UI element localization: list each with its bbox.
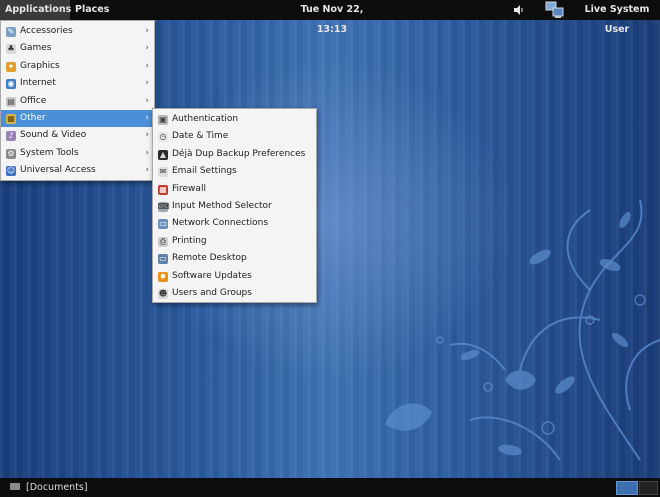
menu-item-label: Network Connections (172, 218, 269, 229)
menu-item-date-and-time[interactable]: ◷ Date & Time (153, 128, 316, 145)
menu-item-games[interactable]: ♣ Games › (1, 40, 154, 57)
menu-item-label: Déjà Dup Backup Preferences (172, 148, 306, 159)
graphics-icon: ✦ (6, 61, 16, 72)
menu-item-authentication[interactable]: ▣ Authentication (153, 111, 316, 128)
menu-item-label: Universal Access (20, 165, 96, 176)
menu-item-label: Internet (20, 78, 56, 89)
menu-item-accessories[interactable]: ✎ Accessories › (1, 23, 154, 40)
menu-item-label: Games (20, 43, 52, 54)
menu-item-label: Users and Groups (172, 287, 252, 298)
workspace-switcher-1[interactable] (616, 481, 638, 495)
menu-item-office[interactable]: ▤ Office › (1, 93, 154, 110)
menu-item-graphics[interactable]: ✦ Graphics › (1, 58, 154, 75)
sound-video-icon: ♪ (6, 131, 16, 142)
remote-desktop-icon: ▭ (158, 254, 168, 265)
menu-item-label: Graphics (20, 60, 60, 71)
backup-icon: ▲ (158, 149, 168, 160)
taskbar-documents-window[interactable]: [Documents] (10, 478, 88, 497)
bottom-panel: [Documents] (0, 478, 660, 497)
folder-icon (10, 483, 20, 490)
menu-item-input-method-selector[interactable]: ⌨ Input Method Selector (153, 198, 316, 215)
chevron-right-icon: › (145, 147, 149, 158)
menu-item-label: Printing (172, 235, 207, 246)
menu-item-other[interactable]: ▦ Other › (1, 109, 154, 128)
menu-item-label: Remote Desktop (172, 253, 247, 264)
menu-item-label: Date & Time (172, 131, 229, 142)
applications-menu-button[interactable]: Applications (0, 0, 71, 20)
menu-item-network-connections[interactable]: ▭ Network Connections (153, 215, 316, 232)
chevron-right-icon: › (145, 26, 149, 36)
menu-item-system-tools[interactable]: ⚙ System Tools › (1, 145, 154, 162)
menu-item-remote-desktop[interactable]: ▭ Remote Desktop (153, 250, 316, 267)
menu-item-d-j-dup-backup-preferences[interactable]: ▲ Déjà Dup Backup Preferences (153, 146, 316, 163)
email-settings-icon: ✉ (158, 167, 168, 178)
other-icon: ▦ (6, 113, 16, 124)
taskbar-window-label: [Documents] (26, 482, 88, 493)
keyboard-icon: ⌨ (158, 201, 170, 212)
software-updates-icon: ✸ (158, 271, 168, 282)
games-icon: ♣ (6, 44, 16, 55)
menu-item-label: Email Settings (172, 166, 237, 177)
menu-item-software-updates[interactable]: ✸ Software Updates (153, 268, 316, 285)
chevron-right-icon: › (145, 60, 149, 71)
menu-item-sound-and-video[interactable]: ♪ Sound & Video › (1, 127, 154, 144)
users-icon: ☻ (158, 288, 168, 299)
workspace-switcher-2[interactable] (639, 481, 658, 495)
clock-icon: ◷ (158, 132, 168, 143)
other-submenu: ▣ Authentication ◷ Date & Time ▲ Déjà Dup Bac… (152, 108, 317, 303)
internet-globe-icon: ◉ (6, 79, 16, 90)
menu-item-universal-access[interactable]: ☺ Universal Access › (1, 162, 154, 179)
network-icon: ▭ (158, 219, 168, 230)
places-menu-button[interactable]: Places (70, 0, 114, 20)
menu-item-label: Authentication (172, 114, 239, 124)
menu-item-label: Software Updates (172, 270, 252, 281)
accessories-icon: ✎ (6, 27, 16, 37)
firewall-icon: ▦ (158, 184, 168, 195)
top-panel: Applications Places Tue Nov 22, 13:13 Li… (0, 0, 660, 35)
menu-item-label: Other (20, 112, 46, 123)
menu-item-users-and-groups[interactable]: ☻ Users and Groups (153, 285, 316, 302)
system-tools-icon: ⚙ (6, 148, 16, 159)
office-icon: ▤ (6, 96, 16, 107)
chevron-right-icon: › (145, 43, 149, 54)
speaker-icon[interactable] (508, 0, 528, 20)
menu-item-email-settings[interactable]: ✉ Email Settings (153, 163, 316, 180)
authentication-icon: ▣ (158, 115, 168, 125)
chevron-right-icon: › (145, 112, 149, 123)
menu-item-label: Accessories (20, 26, 73, 36)
clock[interactable]: Tue Nov 22, 13:13 (282, 0, 382, 35)
menu-item-label: Sound & Video (20, 130, 87, 141)
network-computers-icon[interactable] (540, 0, 564, 20)
universal-access-icon: ☺ (6, 166, 16, 177)
printer-icon: ⎙ (158, 236, 168, 247)
menu-item-printing[interactable]: ⎙ Printing (153, 233, 316, 250)
chevron-right-icon: › (145, 78, 149, 89)
menu-item-internet[interactable]: ◉ Internet › (1, 75, 154, 92)
menu-item-label: System Tools (20, 147, 79, 158)
menu-item-label: Input Method Selector (172, 200, 272, 211)
chevron-right-icon: › (145, 165, 149, 176)
chevron-right-icon: › (145, 95, 149, 106)
applications-menu: ✎ Accessories › ♣ Games › ✦ Graphics › ◉ Internet ›… (0, 20, 155, 181)
menu-item-label: Office (20, 95, 47, 106)
chevron-right-icon: › (145, 130, 149, 141)
user-menu-button[interactable]: Live System User (574, 0, 660, 35)
menu-item-firewall[interactable]: ▦ Firewall (153, 181, 316, 198)
menu-item-label: Firewall (172, 183, 206, 194)
